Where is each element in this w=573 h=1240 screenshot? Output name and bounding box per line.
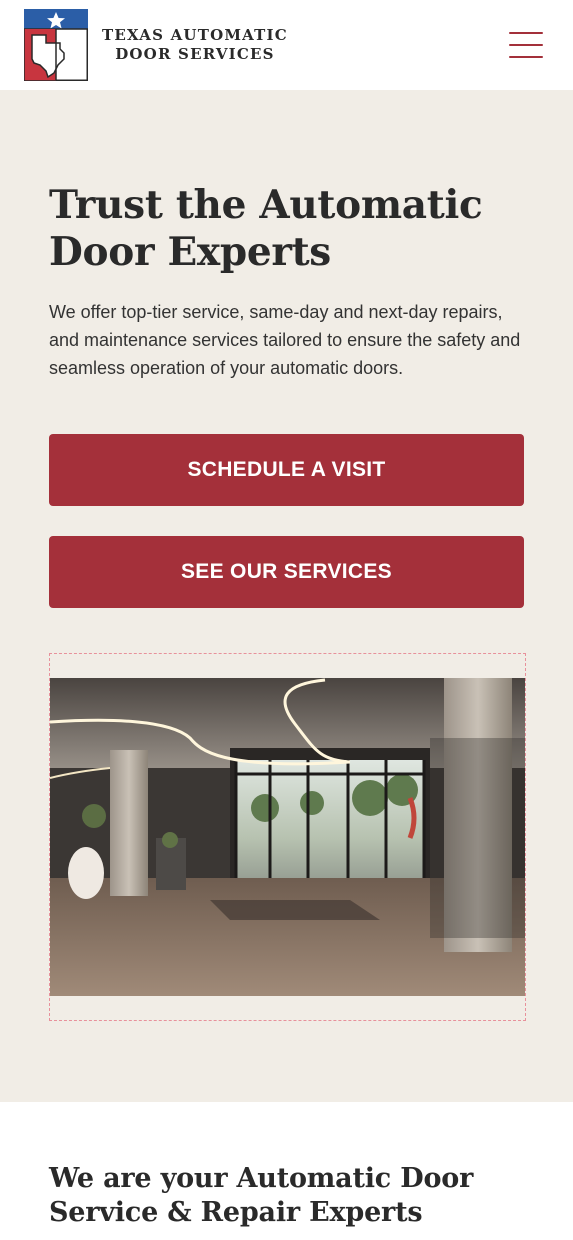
hero-section: Trust the Automatic Door Experts We offe… bbox=[0, 90, 573, 1102]
hamburger-menu-icon[interactable] bbox=[509, 32, 543, 58]
hero-image-frame bbox=[49, 653, 526, 1021]
hero-title: Trust the Automatic Door Experts bbox=[49, 182, 483, 275]
logo-wordmark: TEXAS AUTOMATIC DOOR SERVICES bbox=[102, 26, 288, 64]
logo-line-1: TEXAS AUTOMATIC bbox=[102, 26, 288, 44]
texas-flag-logo-icon bbox=[24, 9, 88, 81]
services-intro-title: We are your Automatic Door Service & Rep… bbox=[49, 1163, 474, 1228]
menu-bar-bottom bbox=[509, 56, 543, 58]
hero-description: We offer top-tier service, same-day and … bbox=[49, 302, 521, 378]
schedule-visit-button[interactable]: SCHEDULE A VISIT bbox=[49, 434, 524, 506]
menu-bar-middle bbox=[509, 44, 543, 46]
menu-bar-top bbox=[509, 32, 543, 34]
site-logo[interactable]: TEXAS AUTOMATIC DOOR SERVICES bbox=[24, 9, 288, 81]
logo-line-2: DOOR SERVICES bbox=[115, 45, 275, 63]
lobby-automatic-door-photo bbox=[50, 678, 525, 996]
see-services-button[interactable]: SEE OUR SERVICES bbox=[49, 536, 524, 608]
site-header: TEXAS AUTOMATIC DOOR SERVICES bbox=[0, 0, 573, 90]
services-intro-section: We are your Automatic Door Service & Rep… bbox=[0, 1102, 573, 1240]
lobby-illustration bbox=[50, 678, 525, 996]
